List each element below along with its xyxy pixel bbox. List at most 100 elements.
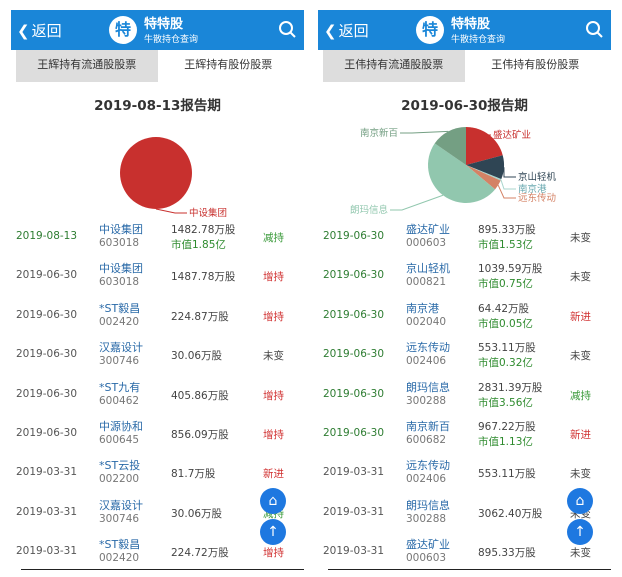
- holdings-list: 2019-08-13 中设集团 603018 1482.78万股 市值1.85亿…: [11, 216, 304, 570]
- change-status: 增持: [263, 271, 284, 284]
- table-row[interactable]: 2019-06-30 南京新百 600682 967.22万股 市值1.13亿 …: [318, 413, 611, 452]
- table-row[interactable]: 2019-06-30 中设集团 603018 1487.78万股 增持: [11, 255, 304, 294]
- divider: [328, 569, 611, 570]
- report-date: 2019-06-30: [16, 426, 78, 439]
- tab-holding-shares[interactable]: 王辉持有股份股票: [158, 50, 300, 82]
- stock-name[interactable]: 南京港: [406, 300, 439, 316]
- share-count: 553.11万股: [478, 342, 536, 355]
- change-status: 未变: [263, 350, 284, 363]
- stock-name[interactable]: 汉嘉设计: [99, 339, 143, 355]
- stock-code: 600462: [99, 394, 140, 407]
- table-row[interactable]: 2019-06-30 *ST九有 600462 405.86万股 增持: [11, 374, 304, 413]
- pie-label: 南京新百: [360, 127, 398, 139]
- home-icon: ⌂: [268, 493, 278, 509]
- pie-leader-line: [500, 179, 516, 190]
- app-subtitle: 牛散持仓查询: [451, 35, 506, 45]
- pie-leader-line: [503, 167, 516, 178]
- table-row[interactable]: 2019-03-31 远东传动 002406 553.11万股 未变: [318, 452, 611, 491]
- change-status: 新进: [570, 428, 591, 441]
- market-value: 市值3.56亿: [478, 396, 533, 409]
- app-header: ❮ 返回 特 特特股 牛散持仓查询: [11, 10, 304, 50]
- pie-leader-line: [497, 185, 516, 199]
- share-count: 30.06万股: [171, 507, 223, 520]
- table-row[interactable]: 2019-06-30 远东传动 002406 553.11万股 市值0.32亿 …: [318, 334, 611, 373]
- share-count: 856.09万股: [171, 428, 229, 441]
- tab-holding-shares[interactable]: 王伟持有股份股票: [465, 50, 607, 82]
- scroll-top-button[interactable]: ↑: [567, 519, 593, 545]
- stock-name[interactable]: 汉嘉设计: [99, 497, 143, 513]
- app-logo: 特: [416, 16, 444, 44]
- report-date: 2019-03-31: [323, 466, 385, 479]
- report-date: 2019-06-30: [323, 308, 385, 321]
- market-value: 市值0.05亿: [478, 317, 533, 330]
- home-button[interactable]: ⌂: [567, 488, 593, 514]
- table-row[interactable]: 2019-06-30 汉嘉设计 300746 30.06万股 未变: [11, 334, 304, 373]
- app-subtitle: 牛散持仓查询: [144, 35, 199, 45]
- home-button[interactable]: ⌂: [260, 488, 286, 514]
- share-count: 64.42万股: [478, 302, 530, 315]
- stock-code: 300288: [406, 394, 447, 407]
- scroll-top-button[interactable]: ↑: [260, 519, 286, 545]
- pie-label: 朗玛信息: [350, 204, 388, 216]
- share-count: 1482.78万股: [171, 224, 236, 236]
- arrow-up-icon: ↑: [267, 524, 279, 540]
- table-row[interactable]: 2019-06-30 南京港 002040 64.42万股 市值0.05亿 新进: [318, 295, 611, 334]
- back-button[interactable]: ❮ 返回: [17, 20, 62, 41]
- share-count: 1487.78万股: [171, 271, 236, 284]
- tab-circulating-shares[interactable]: 王辉持有流通股股票: [16, 50, 158, 82]
- change-status: 未变: [570, 232, 591, 244]
- tab-bar: 王辉持有流通股股票 王辉持有股份股票: [16, 50, 299, 82]
- stock-name[interactable]: 盛达矿业: [406, 536, 450, 552]
- table-row[interactable]: 2019-06-30 盛达矿业 000603 895.33万股 市值1.53亿 …: [318, 216, 611, 255]
- change-status: 增持: [263, 428, 284, 441]
- report-date: 2019-03-31: [323, 505, 385, 518]
- report-date: 2019-06-30: [323, 426, 385, 439]
- stock-name[interactable]: 中设集团: [99, 260, 143, 276]
- share-count: 553.11万股: [478, 468, 536, 481]
- panel-right: ❮ 返回 特 特特股 牛散持仓查询 王伟持有流通股股票 王伟持有股份股票 2019…: [318, 10, 611, 570]
- app-title: 特特股: [144, 17, 184, 32]
- stock-name[interactable]: 南京新百: [406, 418, 450, 434]
- stock-name[interactable]: 朗玛信息: [406, 497, 450, 513]
- stock-name[interactable]: 朗玛信息: [406, 379, 450, 395]
- stock-name[interactable]: *ST毅昌: [99, 300, 140, 316]
- change-status: 减持: [570, 389, 591, 402]
- table-row[interactable]: 2019-06-30 朗玛信息 300288 2831.39万股 市值3.56亿…: [318, 374, 611, 413]
- report-date: 2019-06-30: [323, 230, 385, 242]
- holdings-list: 2019-06-30 盛达矿业 000603 895.33万股 市值1.53亿 …: [318, 216, 611, 570]
- stock-name[interactable]: 中源协和: [99, 418, 143, 434]
- share-count: 895.33万股: [478, 547, 536, 560]
- chevron-left-icon: ❮: [324, 21, 337, 40]
- stock-code: 000603: [406, 552, 447, 565]
- table-row[interactable]: 2019-03-31 *ST云投 002200 81.7万股 新进: [11, 452, 304, 491]
- back-button[interactable]: ❮ 返回: [324, 20, 369, 41]
- stock-name[interactable]: 盛达矿业: [406, 221, 450, 237]
- report-date: 2019-06-30: [16, 269, 78, 282]
- search-icon[interactable]: [585, 20, 603, 38]
- table-row[interactable]: 2019-08-13 中设集团 603018 1482.78万股 市值1.85亿…: [11, 216, 304, 255]
- report-period-title: 2019-06-30报告期: [401, 98, 528, 114]
- divider: [21, 569, 304, 570]
- stock-name[interactable]: 京山轻机: [406, 260, 450, 276]
- table-row[interactable]: 2019-06-30 京山轻机 000821 1039.59万股 市值0.75亿…: [318, 255, 611, 294]
- stock-name[interactable]: *ST毅昌: [99, 536, 140, 552]
- stock-name[interactable]: 远东传动: [406, 339, 450, 355]
- search-icon[interactable]: [278, 20, 296, 38]
- stock-code: 002200: [99, 473, 140, 486]
- share-count: 30.06万股: [171, 350, 223, 363]
- stock-code: 600682: [406, 433, 447, 446]
- stock-name[interactable]: *ST九有: [99, 379, 140, 395]
- share-count: 81.7万股: [171, 468, 216, 481]
- stock-name[interactable]: 中设集团: [99, 221, 143, 237]
- report-date: 2019-03-31: [16, 545, 78, 558]
- tab-circulating-shares[interactable]: 王伟持有流通股股票: [323, 50, 465, 82]
- table-row[interactable]: 2019-06-30 *ST毅昌 002420 224.87万股 增持: [11, 295, 304, 334]
- panel-left: ❮ 返回 特 特特股 牛散持仓查询 王辉持有流通股股票 王辉持有股份股票 2019…: [11, 10, 304, 570]
- share-count: 224.87万股: [171, 310, 229, 323]
- stock-name[interactable]: 远东传动: [406, 457, 450, 473]
- stock-name[interactable]: *ST云投: [99, 457, 140, 473]
- market-value: 市值1.53亿: [478, 239, 533, 251]
- table-row[interactable]: 2019-06-30 中源协和 600645 856.09万股 增持: [11, 413, 304, 452]
- change-status: 新进: [570, 310, 591, 323]
- stock-code: 002420: [99, 315, 140, 328]
